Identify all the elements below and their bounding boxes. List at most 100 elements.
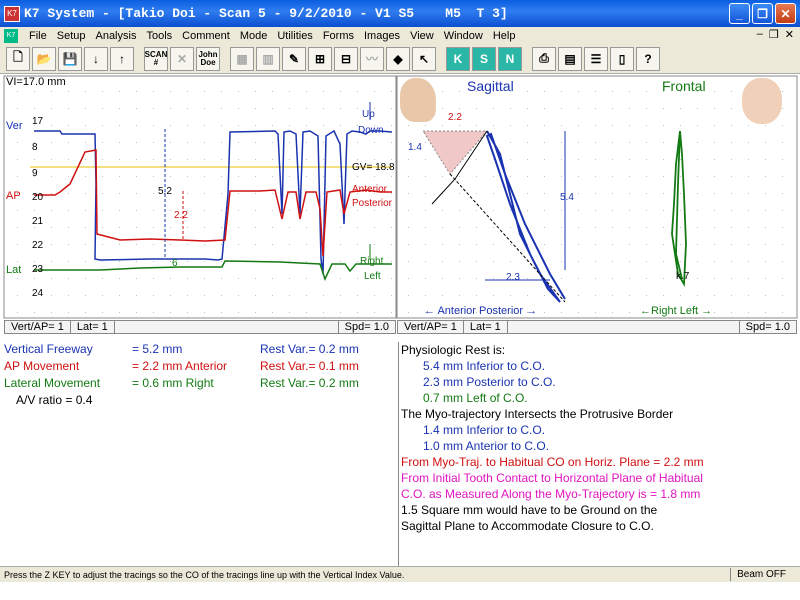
close-button[interactable]: ✕ [775,3,796,24]
tick-label: 20 [32,192,44,203]
vertical-index-label: VI=17.0 mm [6,76,66,88]
vert-ap-scale[interactable]: Vert/AP= 1 [5,321,71,333]
rest-line: 5.4 mm Inferior to C.O. [423,359,546,373]
metric-value: = 5.2 mm [132,342,183,356]
scan-number-button[interactable]: SCAN # [144,46,168,71]
up-label: Up [362,109,375,120]
tick-label: 9 [32,168,38,179]
av-ratio: A/V ratio = 0.4 [16,393,93,407]
ap-measure: 2.2 [174,210,188,221]
rest-line: 0.7 mm Left of C.O. [423,391,528,405]
speed-value[interactable]: Spd= 1.0 [738,321,796,333]
teal-n-icon[interactable]: N [498,46,522,71]
menu-mode[interactable]: Mode [235,30,273,42]
sagittal-measure-2-2: 2.2 [448,112,462,123]
mdi-minimize-button[interactable]: – [757,28,763,41]
lat-scale[interactable]: Lat= 1 [464,321,508,333]
menu-comment[interactable]: Comment [177,30,235,42]
menu-utilities[interactable]: Utilities [272,30,317,42]
new-file-icon[interactable]: 🗋 [6,46,30,71]
down-label: Down [358,125,384,136]
frontal-face-icon [742,78,782,124]
freeway-measure: 5.2 [158,186,172,197]
metric-var: Rest Var.= 0.1 mm [260,359,359,373]
left-plot-status: Vert/AP= 1 Lat= 1 Spd= 1.0 [4,320,396,334]
minimize-button[interactable]: _ [729,3,750,24]
menu-window[interactable]: Window [439,30,488,42]
gv-label: GV= 18.8 [352,162,395,173]
vert-ap-scale[interactable]: Vert/AP= 1 [398,321,464,333]
john-doe-button[interactable]: John Doe [196,46,220,71]
menu-help[interactable]: Help [488,30,521,42]
status-bar: Press the Z KEY to adjust the tracings s… [0,566,800,582]
mdi-child-icon[interactable]: K7 [4,28,18,43]
tick-label: 22 [32,240,44,251]
myo-heading: The Myo-trajectory Intersects the Protru… [401,407,674,421]
zoom-icon[interactable]: ⊟ [334,46,358,71]
save-icon[interactable]: 💾 [58,46,82,71]
initial-line: From Initial Tooth Contact to Horizontal… [401,471,703,485]
speed-value[interactable]: Spd= 1.0 [337,321,395,333]
grid-icon[interactable]: ▦ [230,46,254,71]
menu-tools[interactable]: Tools [141,30,177,42]
select-icon[interactable]: ↖ [412,46,436,71]
scale-icon[interactable]: ⊞ [308,46,332,71]
lat-measure: 6 [172,258,178,269]
left-label: Left [364,271,381,282]
ver-axis-label: Ver [6,120,23,132]
sagittal-measure-2-3: 2.3 [506,272,520,283]
metric-var: Rest Var.= 0.2 mm [260,342,359,356]
metric-row: AP Movement = 2.2 mm Anterior Rest Var.=… [4,359,394,376]
tick-label: 17 [32,116,44,127]
sagittal-title: Sagittal [467,78,514,94]
help-icon[interactable]: ? [636,46,660,71]
tile-horizontal-icon[interactable]: ☰ [584,46,608,71]
mdi-restore-button[interactable]: ❐ [769,28,779,41]
tick-label: 23 [32,264,44,275]
window-cascade-icon[interactable]: ▤ [558,46,582,71]
lat-scale[interactable]: Lat= 1 [71,321,115,333]
app-icon: K7 [4,5,20,22]
menu-analysis[interactable]: Analysis [90,30,141,42]
metric-value: = 0.6 mm Right [132,376,214,390]
myo-line: 1.4 mm Inferior to C.O. [423,423,546,437]
myo-line: 1.0 mm Anterior to C.O. [423,439,550,453]
arrow-down-icon[interactable]: ↓ [84,46,108,71]
menu-bar: K7 File Setup Analysis Tools Comment Mod… [0,27,800,44]
metric-label: AP Movement [4,359,80,373]
right-left-axis: ←Right Left → [640,305,713,317]
menu-forms[interactable]: Forms [318,30,359,42]
menu-images[interactable]: Images [359,30,405,42]
teal-s-icon[interactable]: S [472,46,496,71]
tile-vertical-icon[interactable]: ▯ [610,46,634,71]
bars-icon[interactable]: ▥ [256,46,280,71]
tick-label: 8 [32,142,38,153]
beam-status: Beam OFF [730,568,792,581]
metric-var: Rest Var.= 0.2 mm [260,376,359,390]
eraser-icon[interactable]: ◆ [386,46,410,71]
frontal-title: Frontal [662,78,706,94]
tick-label: 24 [32,288,44,299]
open-folder-icon[interactable]: 📂 [32,46,56,71]
menu-view[interactable]: View [405,30,439,42]
pencil-icon[interactable]: ✎ [282,46,306,71]
menu-setup[interactable]: Setup [52,30,91,42]
teal-k-icon[interactable]: K [446,46,470,71]
anterior-posterior-axis: ← Anterior Posterior → [424,305,538,317]
crosshair-icon[interactable]: ✕ [170,46,194,71]
trace-area: VI=17.0 mm Ver AP Lat 17 8 9 20 21 22 23… [0,74,800,320]
sagittal-measure-1-4: 1.4 [408,142,422,153]
horiz-line: From Myo-Traj. to Habitual CO on Horiz. … [401,455,704,469]
printer-icon[interactable]: ⎙ [532,46,556,71]
metric-row: Vertical Freeway = 5.2 mm Rest Var.= 0.2… [4,342,394,359]
summary-panel: Physiologic Rest is: 5.4 mm Inferior to … [398,342,798,567]
ground-line: 1.5 Square mm would have to be Ground on… [401,503,658,517]
arrow-up-icon[interactable]: ↑ [110,46,134,71]
graph-icon[interactable]: 〰 [360,46,384,71]
mdi-close-button[interactable]: ✕ [785,28,794,41]
metrics-panel: Vertical Freeway = 5.2 mm Rest Var.= 0.2… [4,342,394,567]
menu-file[interactable]: File [24,30,52,42]
ap-axis-label: AP [6,190,21,202]
sagittal-head-icon [400,78,436,122]
restore-button[interactable]: ❐ [752,3,773,24]
